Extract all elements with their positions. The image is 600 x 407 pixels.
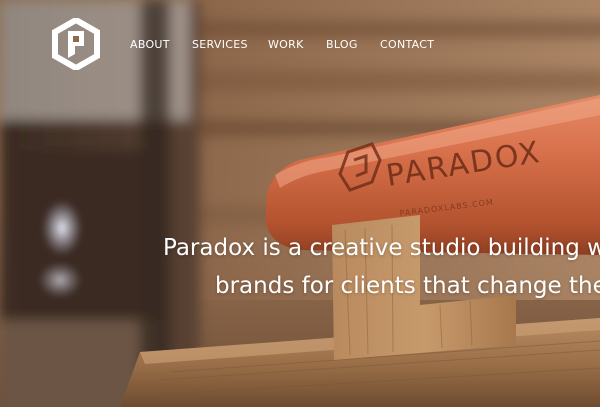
nav-about-link[interactable]: ABOUT xyxy=(130,38,170,52)
nav-services-link[interactable]: SERVICES xyxy=(192,38,248,52)
hero-tagline: Paradox is a creative studio building we… xyxy=(0,230,600,310)
tagline-line-1: Paradox is a creative studio building we xyxy=(163,235,600,261)
paradox-hexagon-logo-icon[interactable] xyxy=(52,18,100,70)
nav-contact-link[interactable]: CONTACT xyxy=(380,38,434,52)
nav-work-link[interactable]: WORK xyxy=(268,38,304,52)
hero-section: PARADOX PARADOXLABS.COM ABOUT SERVICES W… xyxy=(0,0,600,407)
nav-blog-link[interactable]: BLOG xyxy=(326,38,358,52)
tagline-line-2: brands for clients that change the xyxy=(215,273,600,299)
